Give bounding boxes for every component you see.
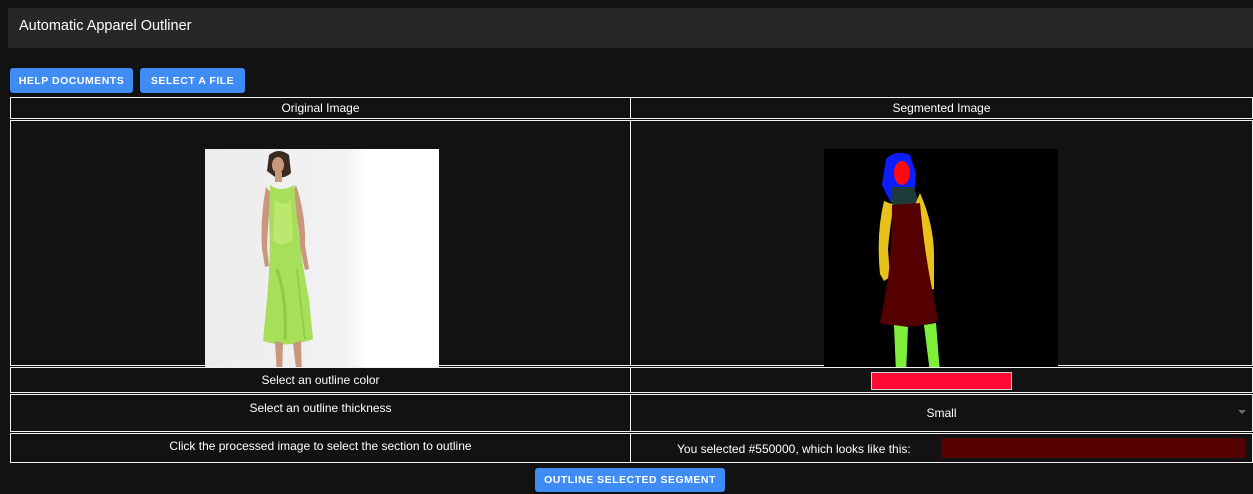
click-instruction-text: Click the processed image to select the … xyxy=(169,439,472,453)
help-documents-button[interactable]: HELP DOCUMENTS xyxy=(10,68,133,93)
selected-color-swatch xyxy=(941,438,1245,458)
outline-color-picker-cell xyxy=(630,367,1253,393)
chevron-down-icon xyxy=(1238,410,1246,414)
segmentation-mask-image[interactable] xyxy=(824,149,1058,384)
outline-thickness-label-cell: Select an outline thickness xyxy=(10,394,631,432)
app-title: Automatic Apparel Outliner xyxy=(19,18,192,34)
segmented-image-cell[interactable] xyxy=(630,120,1253,384)
original-image-cell xyxy=(10,120,631,384)
segmented-image[interactable] xyxy=(824,149,1058,384)
select-file-button[interactable]: SELECT A FILE xyxy=(140,68,245,93)
outline-color-label: Select an outline color xyxy=(261,373,380,387)
original-image-header: Original Image xyxy=(10,97,631,119)
outline-thickness-select-cell: Small xyxy=(630,394,1253,432)
selected-color-text: You selected #550000, which looks like t… xyxy=(677,442,911,456)
outline-thickness-value: Small xyxy=(926,406,957,420)
original-image xyxy=(205,149,439,384)
outline-thickness-select[interactable]: Small xyxy=(631,395,1252,431)
original-image-header-text: Original Image xyxy=(281,101,360,115)
app-title-bar: Automatic Apparel Outliner xyxy=(8,8,1253,48)
outline-thickness-label: Select an outline thickness xyxy=(249,401,392,415)
click-instruction-cell: Click the processed image to select the … xyxy=(10,433,631,463)
selected-color-cell: You selected #550000, which looks like t… xyxy=(630,433,1253,463)
outline-selected-segment-button[interactable]: OUTLINE SELECTED SEGMENT xyxy=(535,468,725,492)
outline-color-picker[interactable] xyxy=(871,372,1012,390)
segmented-image-header-text: Segmented Image xyxy=(892,101,991,115)
segmented-image-header: Segmented Image xyxy=(630,97,1253,119)
model-green-dress-image xyxy=(261,151,313,379)
outline-color-label-cell: Select an outline color xyxy=(10,367,631,393)
